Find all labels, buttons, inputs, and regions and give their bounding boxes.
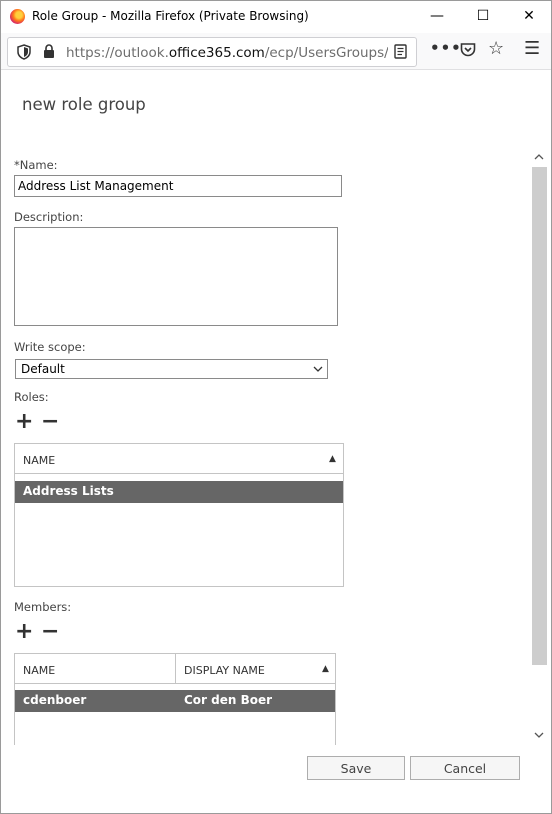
scrollbar-thumb[interactable] <box>532 167 547 665</box>
members-grid-header[interactable]: NAME DISPLAY NAME ▲ <box>15 654 335 684</box>
table-row[interactable]: Address Lists <box>15 481 343 503</box>
remove-member-icon[interactable]: − <box>41 621 59 643</box>
members-column-display-name[interactable]: DISPLAY NAME <box>184 664 265 677</box>
member-name-cell: cdenboer <box>23 693 87 707</box>
window-title: Role Group - Mozilla Firefox (Private Br… <box>32 9 309 23</box>
sort-ascending-icon[interactable]: ▲ <box>322 664 329 674</box>
add-member-icon[interactable]: + <box>15 621 33 643</box>
roles-grid-header[interactable]: NAME ▲ <box>15 444 343 474</box>
chevron-down-icon <box>313 366 323 372</box>
table-row[interactable]: cdenboer Cor den Boer <box>15 690 335 712</box>
maximize-button[interactable]: ☐ <box>469 5 497 27</box>
pocket-icon[interactable] <box>460 42 476 57</box>
url-bar[interactable]: https://outlook.office365.com/ecp/UsersG… <box>7 37 417 67</box>
browser-window: Role Group - Mozilla Firefox (Private Br… <box>0 0 552 814</box>
members-column-name[interactable]: NAME <box>23 664 55 677</box>
column-divider <box>175 654 176 684</box>
menu-icon[interactable]: ☰ <box>524 38 540 59</box>
title-bar: Role Group - Mozilla Firefox (Private Br… <box>1 1 551 33</box>
url-text[interactable]: https://outlook.office365.com/ecp/UsersG… <box>66 45 388 61</box>
description-label: Description: <box>14 210 84 224</box>
save-button[interactable]: Save <box>307 756 405 780</box>
name-input[interactable] <box>14 175 342 197</box>
write-scope-select[interactable]: Default <box>15 359 328 379</box>
sort-ascending-icon[interactable]: ▲ <box>329 454 336 464</box>
minimize-button[interactable]: — <box>423 5 451 27</box>
page-title: new role group <box>22 95 146 114</box>
members-label: Members: <box>14 600 72 614</box>
add-role-icon[interactable]: + <box>15 411 33 433</box>
members-grid: NAME DISPLAY NAME ▲ cdenboer Cor den Boe… <box>14 653 336 745</box>
write-scope-label: Write scope: <box>14 340 86 354</box>
firefox-logo-icon <box>10 9 25 24</box>
tracking-shield-icon[interactable] <box>17 44 31 60</box>
member-display-name-cell: Cor den Boer <box>184 693 273 707</box>
close-window-button[interactable]: ✕ <box>515 5 543 27</box>
description-textarea[interactable] <box>14 227 338 326</box>
scroll-down-icon[interactable] <box>534 731 544 739</box>
role-name-cell: Address Lists <box>23 484 114 498</box>
bookmark-star-icon[interactable]: ☆ <box>488 38 504 59</box>
roles-column-name[interactable]: NAME <box>23 454 55 467</box>
reader-view-icon[interactable] <box>394 44 407 59</box>
name-label: *Name: <box>14 158 58 172</box>
more-actions-icon[interactable]: ••• <box>430 39 462 57</box>
scroll-up-icon[interactable] <box>534 153 544 161</box>
remove-role-icon[interactable]: − <box>41 411 59 433</box>
write-scope-value: Default <box>21 362 65 376</box>
roles-label: Roles: <box>14 390 49 404</box>
roles-grid: NAME ▲ Address Lists <box>14 443 344 587</box>
cancel-button[interactable]: Cancel <box>410 756 520 780</box>
navigation-bar: https://outlook.office365.com/ecp/UsersG… <box>1 33 551 70</box>
lock-icon[interactable] <box>43 44 55 59</box>
